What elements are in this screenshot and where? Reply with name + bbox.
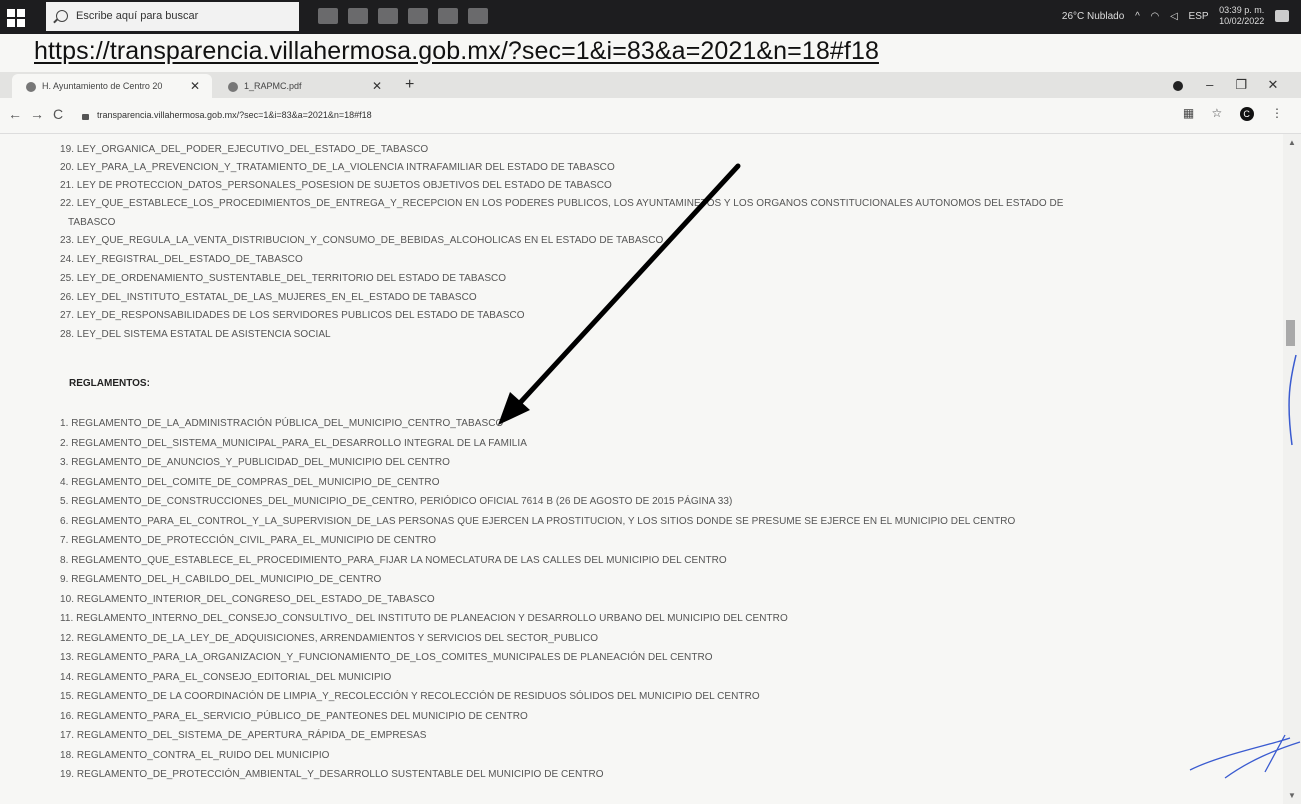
excel-icon[interactable]	[408, 8, 428, 24]
reglamento-list-item[interactable]: 11. REGLAMENTO_INTERNO_DEL_CONSEJO_CONSU…	[60, 613, 788, 624]
reglamento-list-item[interactable]: 9. REGLAMENTO_DEL_H_CABILDO_DEL_MUNICIPI…	[60, 574, 381, 585]
tab-title: 1_RAPMC.pdf	[244, 81, 302, 91]
reglamento-list-item[interactable]: 19. REGLAMENTO_DE_PROTECCIÓN_AMBIENTAL_Y…	[60, 769, 604, 780]
qr-code-icon[interactable]: ▦	[1183, 106, 1194, 120]
clock[interactable]: 03:39 p. m. 10/02/2022	[1219, 5, 1264, 27]
profile-indicator-icon[interactable]	[1164, 72, 1192, 98]
law-list-item[interactable]: TABASCO	[68, 217, 115, 228]
reglamento-list-item[interactable]: 4. REGLAMENTO_DEL_COMITE_DE_COMPRAS_DEL_…	[60, 477, 440, 488]
taskbar-search-placeholder: Escribe aquí para buscar	[76, 10, 199, 22]
law-list-item[interactable]: 21. LEY DE PROTECCION_DATOS_PERSONALES_P…	[60, 180, 612, 191]
tab-title: H. Ayuntamiento de Centro 20	[42, 81, 163, 91]
browser-tab-active[interactable]: H. Ayuntamiento de Centro 20 ✕	[12, 74, 212, 98]
reglamento-list-item[interactable]: 12. REGLAMENTO_DE_LA_LEY_DE_ADQUISICIONE…	[60, 633, 598, 644]
tab-close-icon[interactable]: ✕	[372, 74, 382, 98]
address-bar[interactable]: transparencia.villahermosa.gob.mx/?sec=1…	[82, 104, 1182, 126]
law-list-item[interactable]: 24. LEY_REGISTRAL_DEL_ESTADO_DE_TABASCO	[60, 254, 303, 265]
network-icon[interactable]: ◠	[1151, 11, 1160, 22]
reglamento-list-item[interactable]: 17. REGLAMENTO_DEL_SISTEMA_DE_APERTURA_R…	[60, 730, 427, 741]
weather-widget[interactable]: 26°C Nublado	[1062, 11, 1124, 22]
volume-icon[interactable]: ◁	[1170, 11, 1178, 22]
law-list-item[interactable]: 27. LEY_DE_RESPONSABILIDADES DE LOS SERV…	[60, 310, 525, 321]
reglamento-list-item[interactable]: 18. REGLAMENTO_CONTRA_EL_RUIDO DEL MUNIC…	[60, 750, 330, 761]
scrollbar-thumb[interactable]	[1286, 320, 1295, 346]
restore-button[interactable]: ❐	[1227, 72, 1255, 98]
system-tray: 26°C Nublado ^ ◠ ◁ ESP 03:39 p. m. 10/02…	[1054, 0, 1289, 34]
scroll-up-arrow-icon[interactable]: ▲	[1288, 138, 1296, 147]
window-controls: – ❐ ✕	[1164, 72, 1287, 98]
taskbar-search-box[interactable]: Escribe aquí para buscar	[46, 2, 299, 31]
reglamento-list-item[interactable]: 7. REGLAMENTO_DE_PROTECCIÓN_CIVIL_PARA_E…	[60, 535, 436, 546]
task-view-icon[interactable]	[318, 8, 338, 24]
law-list-item[interactable]: 22. LEY_QUE_ESTABLECE_LOS_PROCEDIMIENTOS…	[60, 198, 1064, 209]
clock-time: 03:39 p. m.	[1219, 5, 1265, 16]
reglamento-list-item[interactable]: 6. REGLAMENTO_PARA_EL_CONTROL_Y_LA_SUPER…	[60, 516, 1015, 527]
law-list-item[interactable]: 19. LEY_ORGANICA_DEL_PODER_EJECUTIVO_DEL…	[60, 144, 428, 155]
forward-arrow-icon[interactable]: →	[30, 106, 44, 122]
back-arrow-icon[interactable]: ←	[8, 106, 22, 122]
tab-close-icon[interactable]: ✕	[190, 74, 200, 98]
clock-date: 10/02/2022	[1219, 16, 1265, 27]
language-indicator[interactable]: ESP	[1189, 11, 1209, 22]
bookmark-star-icon[interactable]: ☆	[1212, 106, 1223, 120]
law-list-item[interactable]: 26. LEY_DEL_INSTITUTO_ESTATAL_DE_LAS_MUJ…	[60, 292, 477, 303]
minimize-button[interactable]: –	[1196, 72, 1224, 98]
toolbar-icons: ▦ ☆ C ⋮	[1169, 106, 1283, 121]
browser-toolbar: ← → C transparencia.villahermosa.gob.mx/…	[0, 98, 1301, 134]
reglamento-list-item[interactable]: 3. REGLAMENTO_DE_ANUNCIOS_Y_PUBLICIDAD_D…	[60, 457, 450, 468]
reglamento-list-item[interactable]: 8. REGLAMENTO_QUE_ESTABLECE_EL_PROCEDIMI…	[60, 555, 727, 566]
reglamento-list-item[interactable]: 14. REGLAMENTO_PARA_EL_CONSEJO_EDITORIAL…	[60, 672, 391, 683]
app-icon[interactable]	[468, 8, 488, 24]
reglamentos-heading: REGLAMENTOS:	[69, 378, 150, 389]
close-window-button[interactable]: ✕	[1259, 72, 1287, 98]
search-icon	[56, 10, 68, 22]
reglamento-list-item[interactable]: 16. REGLAMENTO_PARA_EL_SERVICIO_PÚBLICO_…	[60, 711, 528, 722]
taskbar-pinned-apps	[318, 8, 498, 27]
page-scrollbar[interactable]: ▲ ▼	[1283, 134, 1301, 804]
globe-icon	[228, 81, 238, 92]
law-list-item[interactable]: 23. LEY_QUE_REGULA_LA_VENTA_DISTRIBUCION…	[60, 235, 663, 246]
annotation-url: https://transparencia.villahermosa.gob.m…	[34, 37, 879, 65]
reglamento-list-item[interactable]: 1. REGLAMENTO_DE_LA_ADMINISTRACIÓN PÚBLI…	[60, 418, 503, 429]
windows-taskbar: Escribe aquí para buscar 26°C Nublado ^ …	[0, 0, 1301, 34]
profile-avatar[interactable]: C	[1239, 107, 1254, 121]
new-tab-button[interactable]: +	[405, 72, 414, 98]
address-text: transparencia.villahermosa.gob.mx/?sec=1…	[97, 110, 372, 120]
page-content: 19. LEY_ORGANICA_DEL_PODER_EJECUTIVO_DEL…	[0, 134, 1283, 804]
law-list-item[interactable]: 28. LEY_DEL SISTEMA ESTATAL DE ASISTENCI…	[60, 329, 331, 340]
reload-icon[interactable]: C	[53, 106, 63, 122]
menu-kebab-icon[interactable]: ⋮	[1271, 106, 1283, 120]
file-explorer-icon[interactable]	[348, 8, 368, 24]
reglamento-list-item[interactable]: 13. REGLAMENTO_PARA_LA_ORGANIZACION_Y_FU…	[60, 652, 713, 663]
word-icon[interactable]	[378, 8, 398, 24]
browser-tab-pdf[interactable]: 1_RAPMC.pdf ✕	[214, 74, 394, 98]
browser-tabstrip: H. Ayuntamiento de Centro 20 ✕ 1_RAPMC.p…	[0, 72, 1301, 98]
reglamento-list-item[interactable]: 10. REGLAMENTO_INTERIOR_DEL_CONGRESO_DEL…	[60, 594, 435, 605]
reglamento-list-item[interactable]: 5. REGLAMENTO_DE_CONSTRUCCIONES_DEL_MUNI…	[60, 496, 732, 507]
lock-icon	[82, 113, 89, 120]
chrome-icon[interactable]	[438, 8, 458, 24]
scroll-down-arrow-icon[interactable]: ▼	[1288, 791, 1296, 800]
notification-icon[interactable]	[1275, 10, 1289, 23]
tray-chevron-icon[interactable]: ^	[1135, 11, 1140, 22]
law-list-item[interactable]: 20. LEY_PARA_LA_PREVENCION_Y_TRATAMIENTO…	[60, 162, 615, 173]
reglamento-list-item[interactable]: 15. REGLAMENTO_DE LA COORDINACIÓN DE LIM…	[60, 691, 760, 702]
law-list-item[interactable]: 25. LEY_DE_ORDENAMIENTO_SUSTENTABLE_DEL_…	[60, 273, 506, 284]
site-favicon-icon	[26, 81, 36, 92]
windows-start-icon[interactable]	[6, 7, 26, 27]
reglamento-list-item[interactable]: 2. REGLAMENTO_DEL_SISTEMA_MUNICIPAL_PARA…	[60, 438, 527, 449]
